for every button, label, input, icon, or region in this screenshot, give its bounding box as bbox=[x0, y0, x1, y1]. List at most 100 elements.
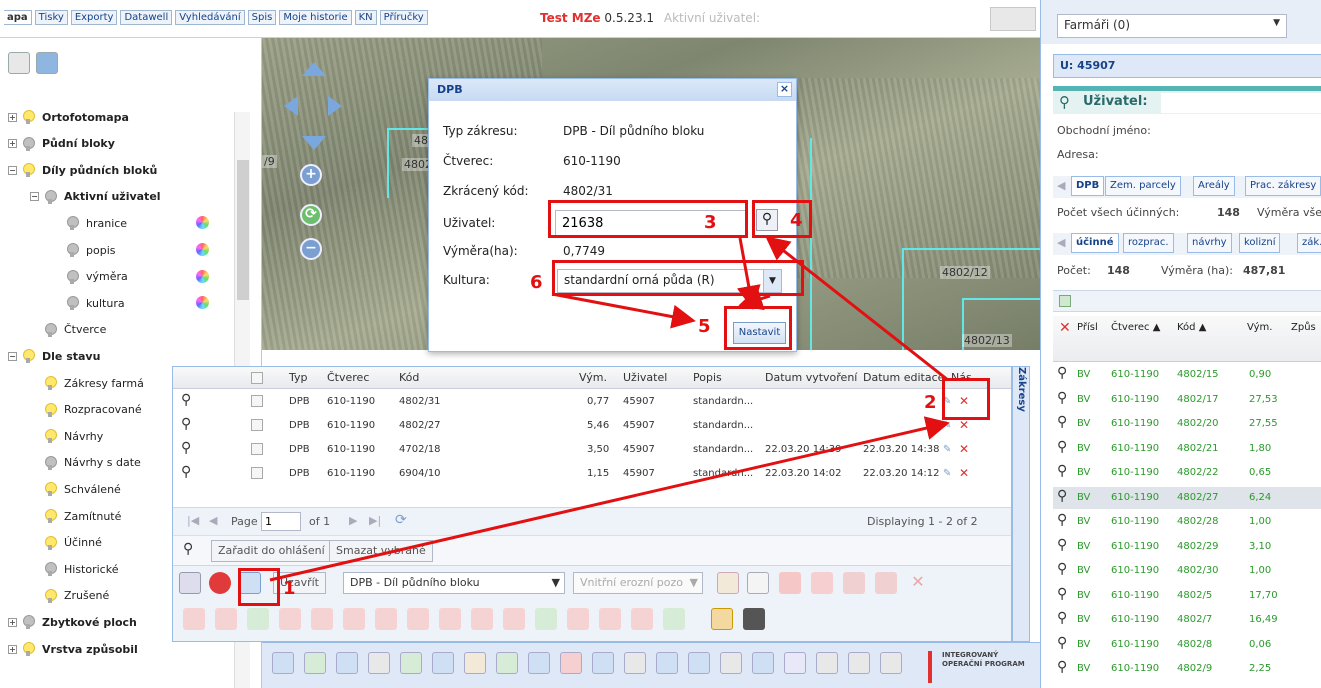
layer-visibility-icon[interactable] bbox=[45, 455, 57, 470]
list-item[interactable]: ⚲ BV 610-1190 4802/22 0,65 bbox=[1053, 462, 1321, 484]
tree-item[interactable]: Návrhy bbox=[30, 425, 103, 447]
layer-visibility-icon[interactable] bbox=[45, 429, 57, 444]
user-tab[interactable]: U: 45907 bbox=[1053, 54, 1321, 78]
tool-icon[interactable] bbox=[343, 608, 365, 630]
table-row[interactable]: ⚲ DPB 610-1190 6904/10 1,15 45907 standardn...… bbox=[173, 463, 1011, 485]
tool-icon[interactable] bbox=[375, 608, 397, 630]
search-icon[interactable]: ⚲ bbox=[1057, 561, 1067, 577]
edit-icon[interactable]: ✎ bbox=[943, 444, 951, 455]
delete-icon[interactable]: ✕ bbox=[959, 418, 969, 432]
col-datum-vytvoreni[interactable]: Datum vytvoření bbox=[765, 367, 857, 389]
polygon-icon[interactable] bbox=[779, 572, 801, 594]
tree-item[interactable]: Zrušené bbox=[30, 585, 109, 607]
search-icon[interactable]: ⚲ bbox=[183, 541, 193, 557]
menu-tab-datawell[interactable]: Datawell bbox=[120, 10, 173, 25]
layer-visibility-icon[interactable] bbox=[45, 189, 57, 204]
col-uzivatel[interactable]: Uživatel bbox=[623, 367, 667, 389]
merge-icon[interactable] bbox=[875, 572, 897, 594]
tab-chip[interactable]: Zem. parcely bbox=[1105, 176, 1181, 196]
tab-chip[interactable]: Prac. zákresy bbox=[1245, 176, 1321, 196]
menu-tab-moje-historie[interactable]: Moje historie bbox=[279, 10, 352, 25]
delete-icon[interactable]: ✕ bbox=[959, 466, 969, 480]
layer-visibility-icon[interactable] bbox=[67, 296, 79, 311]
pencil-icon[interactable] bbox=[717, 572, 739, 594]
search-icon[interactable]: ⚲ bbox=[1057, 586, 1067, 602]
magnet-icon[interactable] bbox=[711, 608, 733, 630]
close-icon[interactable]: × bbox=[777, 82, 792, 97]
layer-visibility-icon[interactable] bbox=[23, 349, 35, 364]
tree-item[interactable]: Schválené bbox=[30, 478, 121, 500]
pan-up-icon[interactable] bbox=[302, 62, 326, 76]
pan-left-icon[interactable] bbox=[284, 96, 298, 116]
expand-toggle-icon[interactable]: + bbox=[8, 112, 17, 122]
menu-tab-mapa[interactable]: apa bbox=[4, 10, 32, 25]
map-tool-icon[interactable] bbox=[816, 652, 838, 674]
tool-icon[interactable] bbox=[599, 608, 621, 630]
expand-toggle-icon[interactable]: − bbox=[8, 351, 17, 361]
tool-icon[interactable] bbox=[631, 608, 653, 630]
chevron-down-icon[interactable]: ▼ bbox=[1273, 18, 1280, 28]
tree-item[interactable]: − Aktivní uživatel bbox=[30, 186, 161, 208]
list-item[interactable]: ⚲ BV 610-1190 4802/20 27,55 bbox=[1053, 413, 1321, 435]
pan-down-icon[interactable] bbox=[302, 136, 326, 150]
map-tool-icon[interactable] bbox=[432, 652, 454, 674]
tool-icon[interactable] bbox=[407, 608, 429, 630]
layer-visibility-icon[interactable] bbox=[45, 376, 57, 390]
map-tool-icon[interactable] bbox=[624, 652, 646, 674]
excel-icon[interactable] bbox=[1059, 295, 1071, 307]
menu-tab-kn[interactable]: KN bbox=[354, 10, 377, 25]
list-item[interactable]: ⚲ BV 610-1190 4802/28 1,00 bbox=[1053, 511, 1321, 533]
tree-item[interactable]: − Díly půdních bloků bbox=[8, 159, 157, 181]
row-checkbox[interactable] bbox=[251, 419, 263, 431]
refresh-icon[interactable] bbox=[36, 52, 58, 74]
layer-visibility-icon[interactable] bbox=[45, 562, 57, 577]
page-input[interactable] bbox=[261, 512, 301, 531]
list-item[interactable]: ⚲ BV 610-1190 4802/8 0,06 bbox=[1053, 634, 1321, 656]
tree-item[interactable]: Zamítnuté bbox=[30, 505, 121, 527]
col-zpus[interactable]: Způs bbox=[1291, 322, 1316, 333]
search-icon[interactable]: ⚲ bbox=[1057, 439, 1067, 455]
map-tool-icon[interactable] bbox=[400, 652, 422, 674]
tree-item[interactable]: Rozpracované bbox=[30, 399, 142, 421]
search-icon[interactable]: ⚲ bbox=[1057, 512, 1067, 528]
map-tool-icon[interactable] bbox=[688, 652, 710, 674]
tree-item[interactable]: + Půdní bloky bbox=[8, 133, 115, 155]
map-tool-icon[interactable] bbox=[368, 652, 390, 674]
farmari-select[interactable]: Farmáři (0) ▼ bbox=[1057, 14, 1287, 38]
menu-tab-tisky[interactable]: Tisky bbox=[34, 10, 68, 25]
tree-item[interactable]: hranice bbox=[52, 212, 127, 234]
map-tool-icon[interactable] bbox=[560, 652, 582, 674]
search-icon[interactable]: ⚲ bbox=[1057, 610, 1067, 626]
menu-tab-prirucky[interactable]: Příručky bbox=[379, 10, 428, 25]
list-item[interactable]: ⚲ BV 610-1190 4802/27 6,24 bbox=[1053, 486, 1321, 509]
tool-icon[interactable] bbox=[663, 608, 685, 630]
smazat-button[interactable]: Smazat vybrané bbox=[329, 540, 433, 562]
col-prisl[interactable]: Přísl bbox=[1077, 322, 1098, 333]
map-tool-icon[interactable] bbox=[464, 652, 486, 674]
zaradit-button[interactable]: Zařadit do ohlášení bbox=[211, 540, 332, 562]
layer-visibility-icon[interactable] bbox=[23, 110, 35, 124]
edit-icon[interactable]: ✎ bbox=[943, 420, 951, 431]
col-datum-editace[interactable]: Datum editace bbox=[863, 367, 944, 389]
col-typ[interactable]: Typ bbox=[289, 367, 308, 389]
search-icon[interactable]: ⚲ bbox=[181, 392, 191, 408]
scroll-thumb[interactable] bbox=[237, 160, 249, 300]
tab-chip[interactable]: zák. farmá bbox=[1297, 233, 1321, 253]
color-picker-icon[interactable] bbox=[196, 269, 209, 283]
gps-icon[interactable] bbox=[503, 608, 525, 630]
tree-item[interactable]: Návrhy s date bbox=[30, 452, 141, 474]
tool-icon[interactable] bbox=[471, 608, 493, 630]
first-page-icon[interactable]: |◀ bbox=[187, 514, 199, 527]
layer-visibility-icon[interactable] bbox=[23, 136, 35, 151]
list-item[interactable]: ⚲ BV 610-1190 4802/9 2,25 bbox=[1053, 658, 1321, 680]
chevron-down-icon[interactable]: ▼ bbox=[552, 573, 560, 593]
list-item[interactable]: ⚲ BV 610-1190 4802/21 1,80 bbox=[1053, 438, 1321, 460]
map-tool-icon[interactable] bbox=[592, 652, 614, 674]
expand-toggle-icon[interactable]: − bbox=[8, 165, 17, 175]
tool-icon[interactable] bbox=[247, 608, 269, 630]
map-tool-icon[interactable] bbox=[880, 652, 902, 674]
split-icon[interactable] bbox=[811, 572, 833, 594]
map-tool-icon[interactable] bbox=[336, 652, 358, 674]
list-item[interactable]: ⚲ BV 610-1190 4802/15 0,90 bbox=[1053, 364, 1321, 386]
search-icon[interactable]: ⚲ bbox=[1057, 635, 1067, 651]
